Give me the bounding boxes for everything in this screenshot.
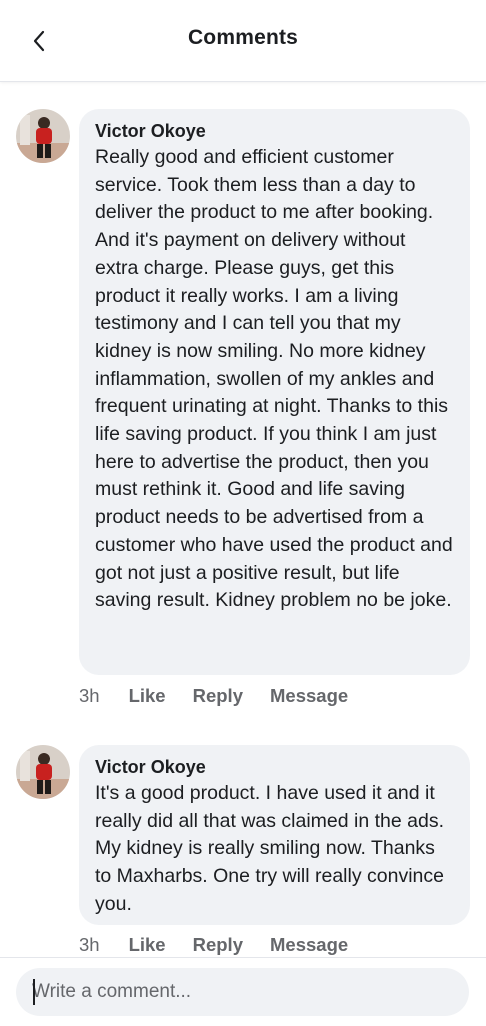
text-cursor (33, 979, 35, 1005)
page-title: Comments (187, 26, 299, 49)
comment-composer (0, 957, 486, 1026)
write-comment-input[interactable] (16, 968, 469, 1016)
comment-timestamp[interactable]: 3h (79, 685, 100, 707)
comment-author[interactable]: Victor Okoye (95, 120, 454, 142)
message-button[interactable]: Message (270, 934, 348, 956)
comment-text: It's a good product. I have used it and … (95, 782, 445, 915)
reply-button[interactable]: Reply (193, 685, 243, 707)
like-button[interactable]: Like (129, 934, 166, 956)
comment-text: Really good and efficient customer servi… (95, 146, 453, 612)
comment-bubble: Victor Okoye It's a good product. I have… (79, 745, 470, 925)
comment-bubble: Victor Okoye Really good and efficient c… (79, 109, 470, 675)
profile-photo-icon (16, 109, 70, 163)
comment-author[interactable]: Victor Okoye (95, 756, 454, 778)
comment-timestamp[interactable]: 3h (79, 934, 100, 956)
like-button[interactable]: Like (129, 685, 166, 707)
reply-button[interactable]: Reply (193, 934, 243, 956)
avatar[interactable] (16, 745, 70, 799)
profile-photo-icon (16, 745, 70, 799)
comment-actions: 3h Like Reply Message (79, 685, 375, 707)
message-button[interactable]: Message (270, 685, 348, 707)
top-bar: Comments (0, 0, 486, 82)
comment-actions: 3h Like Reply Message (79, 934, 375, 956)
avatar[interactable] (16, 109, 70, 163)
